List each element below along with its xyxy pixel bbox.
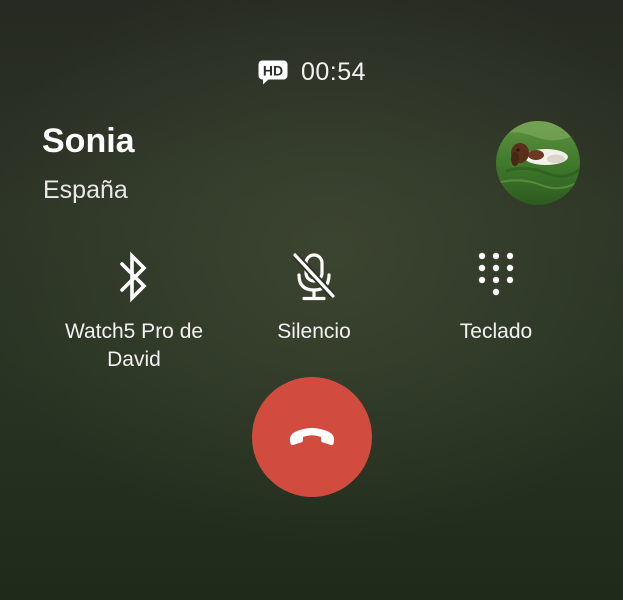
bluetooth-icon <box>107 250 161 304</box>
keypad-label: Teclado <box>459 320 533 343</box>
keypad-button[interactable]: Teclado <box>396 250 596 346</box>
call-status-bar: HD 00:54 <box>0 57 623 87</box>
bluetooth-audio-button[interactable]: Watch5 Pro de David <box>34 250 234 374</box>
contact-name: Sonia <box>42 122 135 160</box>
hd-badge-text: HD <box>263 62 283 78</box>
dialpad-icon <box>469 250 523 304</box>
contact-avatar <box>496 121 580 205</box>
end-call-button[interactable] <box>252 377 372 497</box>
hd-voice-icon: HD <box>258 60 288 84</box>
contact-location: España <box>43 176 128 204</box>
bluetooth-device-label: Watch5 Pro de David <box>64 320 204 371</box>
mute-button[interactable]: Silencio <box>214 250 414 346</box>
phone-hangup-icon <box>289 428 335 446</box>
mute-label: Silencio <box>277 320 351 343</box>
call-duration: 00:54 <box>300 57 367 86</box>
microphone-off-icon <box>287 250 341 304</box>
